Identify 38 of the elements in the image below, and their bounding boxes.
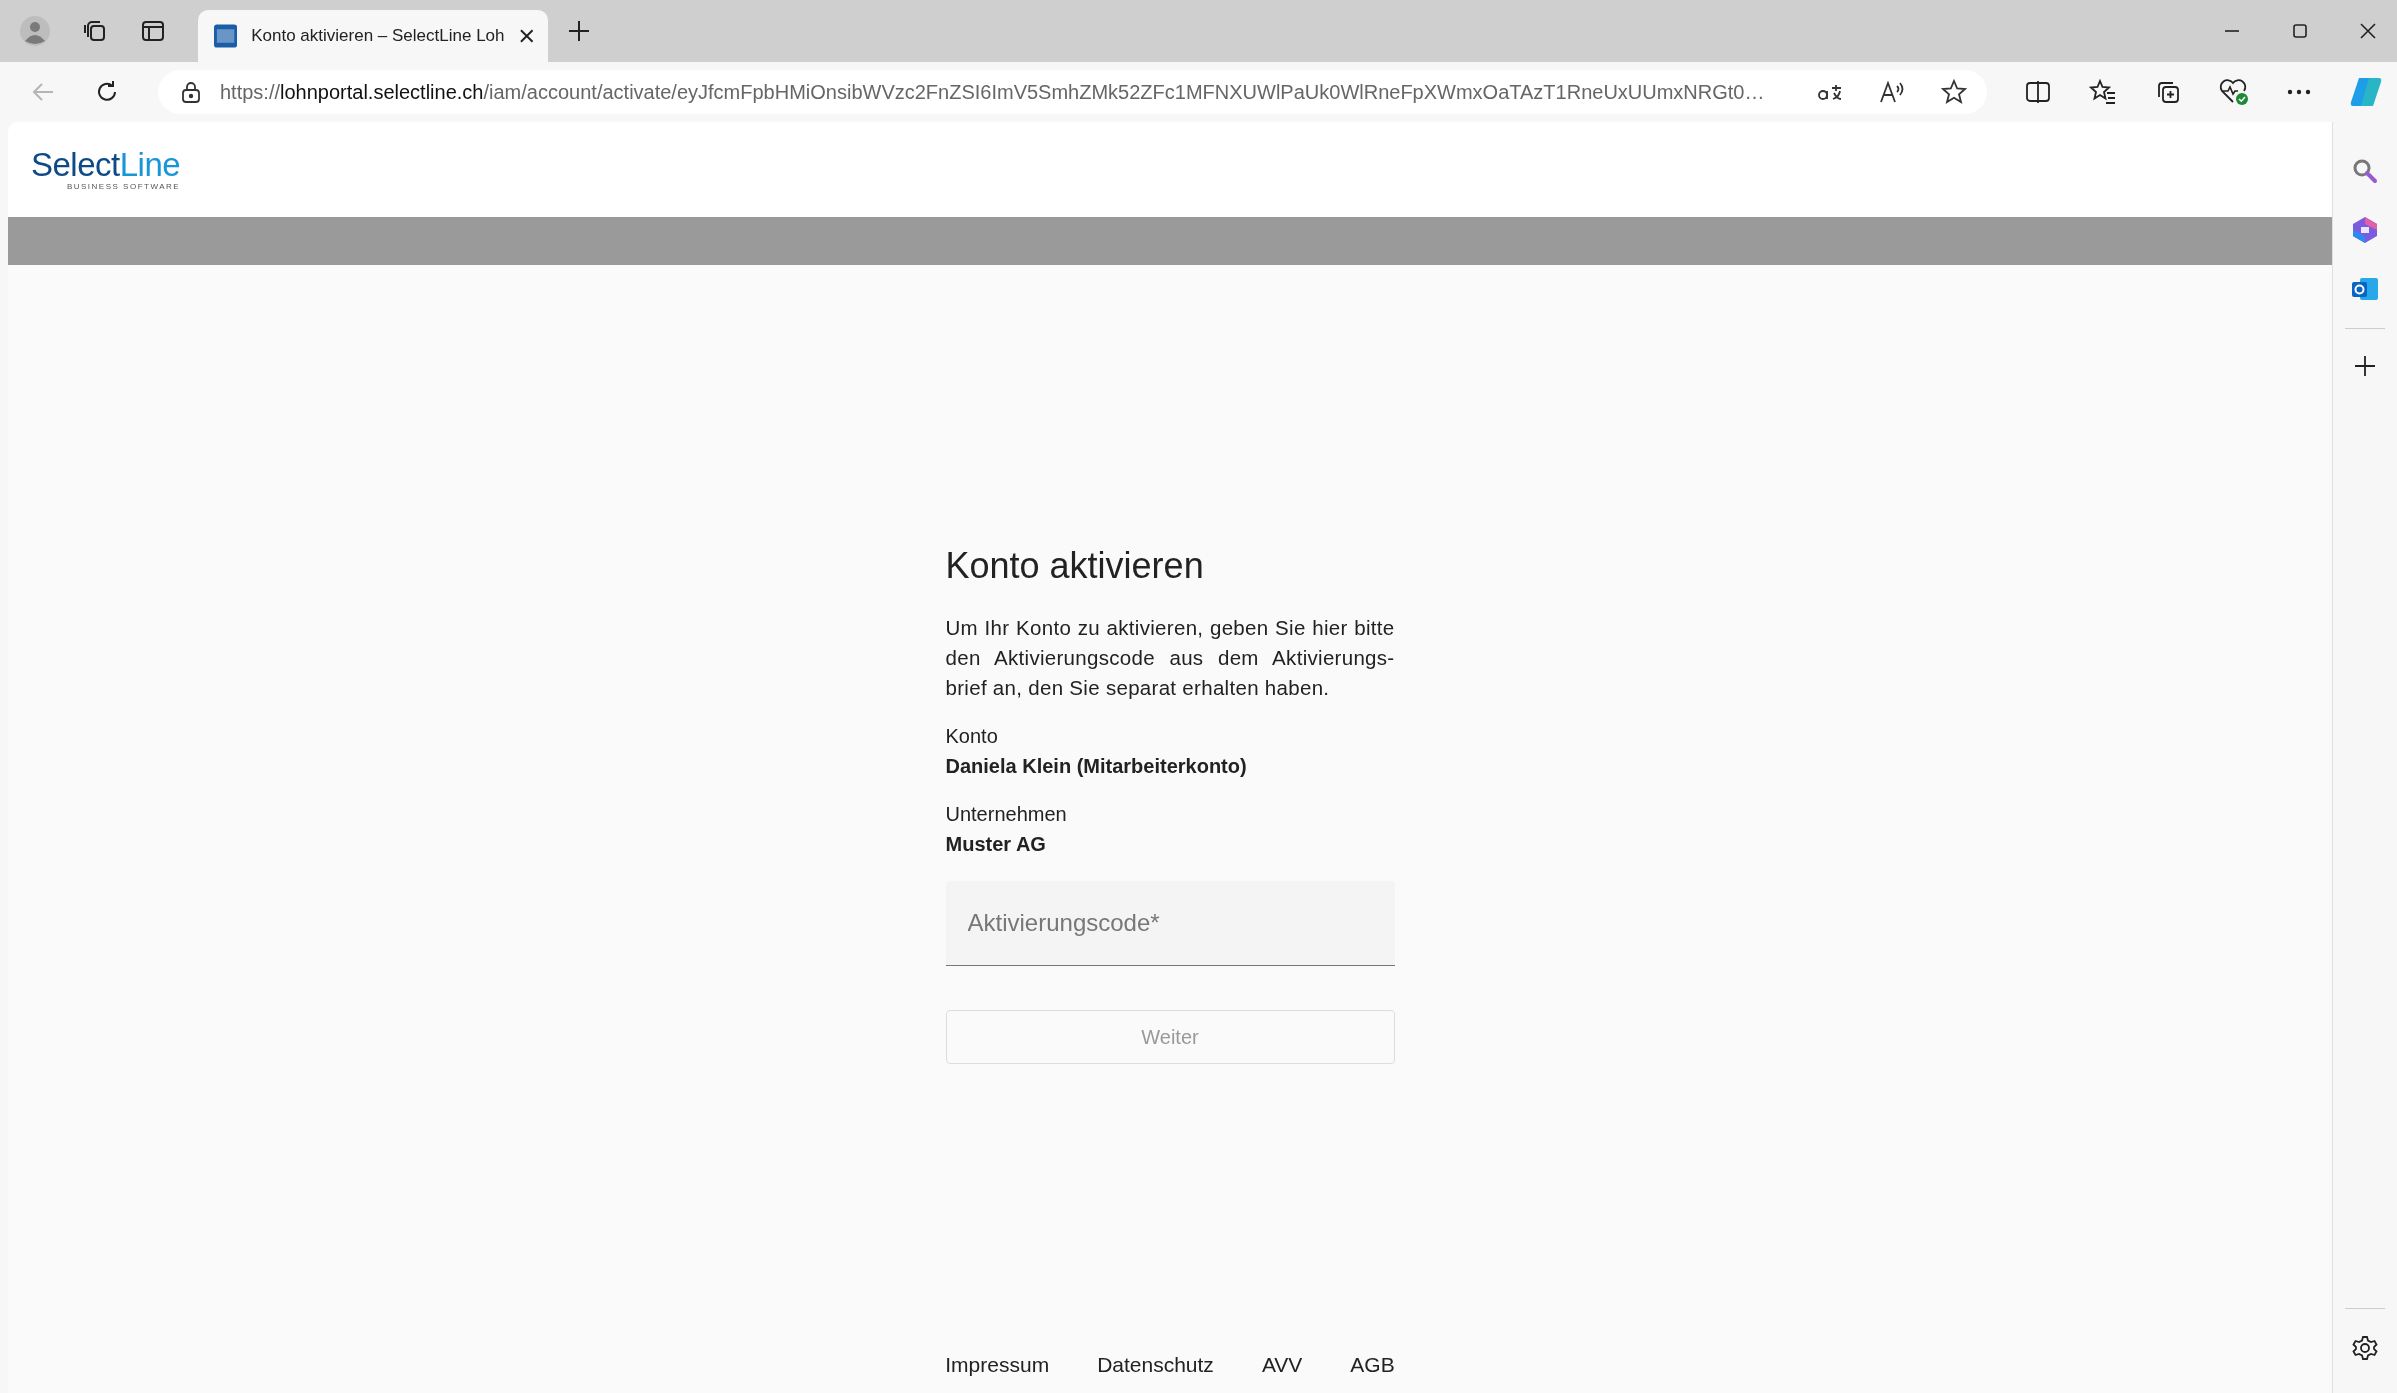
footer-link[interactable]: AGB xyxy=(1350,1353,1395,1377)
copilot-icon[interactable] xyxy=(2349,76,2383,108)
close-icon[interactable] xyxy=(2359,22,2377,40)
search-icon[interactable] xyxy=(2352,158,2378,184)
detail-value: Muster AG xyxy=(945,832,1047,857)
split-screen-icon[interactable] xyxy=(2025,80,2051,104)
detail-value: Daniela Klein (Mitarbeiterkonto) xyxy=(945,754,1248,779)
close-tab-icon[interactable] xyxy=(518,28,534,44)
settings-icon[interactable] xyxy=(2352,1335,2378,1361)
page-heading: Konto aktivieren xyxy=(945,545,1205,587)
activation-code-field[interactable]: Aktivierungscode* xyxy=(945,881,1395,966)
read-aloud-icon[interactable] xyxy=(1879,80,1905,104)
url-text: https://lohnportal.selectline.ch/iam/account/activate/eyJfcmFpbHMiOnsibWVzc2FnZSI6ImV5SmhZMk52ZFc1MFNXUWlPaUk0WlRneFpXWmxOaTAzT1RneUxUUmxNRGt0… xyxy=(220,80,1766,104)
new-tab-icon[interactable] xyxy=(568,20,590,42)
intro-text: Um Ihr Konto zu aktivieren, geben Sie hier bitte den Aktivierungscode aus dem Aktivierungs-brief an, den Sie separat erhalten haben. xyxy=(945,615,1395,701)
maximize-icon[interactable] xyxy=(2291,22,2309,40)
mail-app-icon[interactable] xyxy=(2351,276,2379,302)
footer-link[interactable]: AVV xyxy=(1261,1353,1303,1377)
favicon-icon xyxy=(214,24,238,48)
add-icon[interactable] xyxy=(2354,355,2376,377)
collections-icon[interactable] xyxy=(2155,79,2181,105)
workspaces-icon[interactable] xyxy=(82,18,108,44)
footer-link[interactable]: Impressum xyxy=(945,1353,1050,1377)
detail-label: Unternehmen xyxy=(945,802,1068,827)
heart-check-icon[interactable] xyxy=(2219,78,2249,106)
more-icon[interactable] xyxy=(2287,89,2311,95)
address-bar[interactable]: https://lohnportal.selectline.ch/iam/account/activate/eyJfcmFpbHMiOnsibWVzc2FnZSI6ImV5SmhZMk52ZFc1MFNXUWlPaUk0WlRneFpXWmxOaTAzT1RneUxUUmxNRGt0… xyxy=(158,70,1987,114)
favorite-star-icon[interactable] xyxy=(1941,79,1967,105)
browser-tab[interactable]: Konto aktivieren – SelectLine Loh xyxy=(198,10,548,62)
logo-wordmark: SelectLine xyxy=(31,148,181,182)
profile-icon[interactable] xyxy=(20,16,50,46)
favorites-icon[interactable] xyxy=(2089,79,2117,105)
hexagon-app-icon[interactable] xyxy=(2352,216,2378,244)
logo-tagline: BUSINESS SOFTWARE xyxy=(66,182,181,191)
footer-link[interactable]: Datenschutz xyxy=(1097,1353,1214,1377)
tab-actions-icon[interactable] xyxy=(140,18,166,44)
detail-label: Konto xyxy=(945,724,999,749)
lock-icon[interactable] xyxy=(180,80,202,104)
